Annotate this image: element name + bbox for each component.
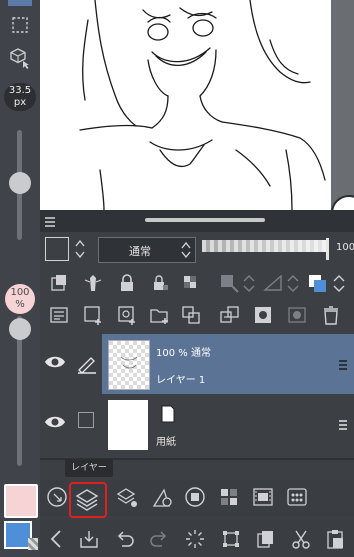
layer-palette-button[interactable] bbox=[69, 482, 107, 518]
opacity-unit: % bbox=[15, 299, 25, 310]
selection-marquee-icon[interactable] bbox=[8, 13, 32, 37]
redo-icon[interactable] bbox=[148, 528, 170, 550]
lock-icon[interactable] bbox=[116, 272, 138, 294]
layer-1-thumbnail bbox=[108, 340, 150, 390]
layer-1-drag-handle[interactable] bbox=[338, 357, 348, 376]
clear-icon[interactable] bbox=[184, 528, 206, 550]
layer-tools-row-2 bbox=[40, 300, 354, 332]
layer-property-icon[interactable] bbox=[48, 304, 70, 326]
mask-apply-icon[interactable] bbox=[286, 304, 308, 326]
transfer-layer-icon[interactable] bbox=[218, 304, 240, 326]
cut-icon[interactable] bbox=[290, 528, 312, 550]
color-circle-icon[interactable] bbox=[184, 486, 206, 508]
blend-row: 通常 100 bbox=[40, 234, 354, 264]
canvas-rotate-knob[interactable] bbox=[331, 195, 354, 210]
save-icon[interactable] bbox=[78, 528, 100, 550]
checker-icon[interactable] bbox=[180, 272, 202, 294]
ruler-stepper-icon[interactable] bbox=[282, 272, 304, 294]
active-tool-indicator[interactable] bbox=[8, 0, 32, 6]
brush-size-unit: px bbox=[13, 97, 27, 108]
brush-size-value: 33.5 bbox=[8, 85, 32, 96]
brush-size-indicator[interactable]: 33.5 px bbox=[4, 83, 36, 111]
opacity-bar-marker bbox=[326, 238, 329, 260]
layer-property-palette-icon[interactable] bbox=[116, 486, 138, 508]
navigator-icon[interactable] bbox=[46, 486, 68, 508]
undo-icon[interactable] bbox=[114, 528, 136, 550]
layer-row-paper[interactable]: 用紙 bbox=[40, 396, 354, 456]
paper-layer-icon bbox=[160, 404, 176, 428]
drawing-paper[interactable] bbox=[40, 0, 331, 210]
visibility-eye-icon[interactable] bbox=[44, 414, 66, 434]
new-raster-layer-icon[interactable] bbox=[82, 304, 104, 326]
tool-property-icon[interactable] bbox=[150, 486, 172, 508]
opacity-slider-knob[interactable] bbox=[9, 318, 31, 340]
color-set-icon[interactable] bbox=[218, 486, 240, 508]
merge-down-icon[interactable] bbox=[180, 304, 202, 326]
blend-mode-select[interactable]: 通常 bbox=[98, 237, 196, 263]
animation-timeline-icon[interactable] bbox=[252, 486, 274, 508]
panel-menu-icon[interactable] bbox=[43, 214, 57, 233]
collapse-arrow-icon[interactable] bbox=[46, 528, 68, 550]
paper-layer-drag-handle[interactable] bbox=[338, 417, 348, 436]
brush-size-slider-knob[interactable] bbox=[9, 172, 31, 194]
paste-icon[interactable] bbox=[324, 528, 346, 550]
layer-color-swatch[interactable] bbox=[45, 237, 69, 261]
command-bar bbox=[40, 520, 354, 557]
opacity-value: 100 bbox=[10, 287, 30, 298]
ruler-icon[interactable] bbox=[262, 272, 284, 294]
material-icon[interactable] bbox=[286, 486, 308, 508]
opacity-bar[interactable] bbox=[202, 240, 326, 252]
paper-layer-name: 用紙 bbox=[156, 437, 176, 448]
panel-drag-handle[interactable] bbox=[145, 218, 265, 222]
opacity-indicator[interactable]: 100 % bbox=[5, 284, 35, 314]
copy-layer-icon[interactable] bbox=[48, 272, 70, 294]
new-folder-icon[interactable] bbox=[148, 304, 170, 326]
transform-icon[interactable] bbox=[220, 528, 242, 550]
sketch-drawing bbox=[79, 0, 326, 210]
layer-1-name: レイヤー 1 bbox=[156, 375, 206, 386]
copy-icon[interactable] bbox=[254, 528, 276, 550]
layer-1-opacity-mode: 100 % 通常 bbox=[156, 348, 211, 359]
visibility-eye-icon[interactable] bbox=[44, 354, 66, 374]
edit-target-checkbox[interactable] bbox=[78, 412, 94, 428]
canvas-area[interactable] bbox=[40, 0, 354, 210]
reference-layer-icon[interactable] bbox=[218, 272, 240, 294]
delete-layer-icon[interactable] bbox=[320, 304, 342, 326]
layers-icon bbox=[75, 489, 99, 511]
new-vector-layer-icon[interactable] bbox=[116, 304, 138, 326]
main-color-swatch[interactable] bbox=[4, 484, 38, 518]
lock-transparent-icon[interactable] bbox=[148, 272, 170, 294]
blend-mode-label: 通常 bbox=[129, 245, 151, 258]
layer-tooltip: レイヤー bbox=[65, 459, 113, 477]
layer-color-stepper-icon[interactable] bbox=[328, 272, 350, 294]
reference-layer-stepper-icon[interactable] bbox=[238, 272, 260, 294]
opacity-value-partial: 100 bbox=[336, 242, 354, 253]
layer-mask-icon[interactable] bbox=[252, 304, 274, 326]
layer-color-stepper[interactable] bbox=[73, 237, 87, 261]
transparent-color-swatch[interactable] bbox=[28, 538, 38, 550]
3d-object-icon[interactable] bbox=[8, 46, 32, 70]
lighthouse-icon[interactable] bbox=[82, 272, 104, 294]
paper-thumbnail bbox=[108, 400, 148, 450]
panel-header bbox=[40, 210, 354, 232]
layer-color-icon[interactable] bbox=[306, 272, 328, 294]
pen-edit-icon[interactable] bbox=[76, 354, 98, 378]
tool-strip: 33.5 px 100 % bbox=[0, 0, 40, 557]
palette-bar bbox=[40, 480, 354, 518]
layer-row-1[interactable]: 100 % 通常 レイヤー 1 bbox=[40, 334, 354, 394]
layer-tools-row-1 bbox=[40, 268, 354, 298]
